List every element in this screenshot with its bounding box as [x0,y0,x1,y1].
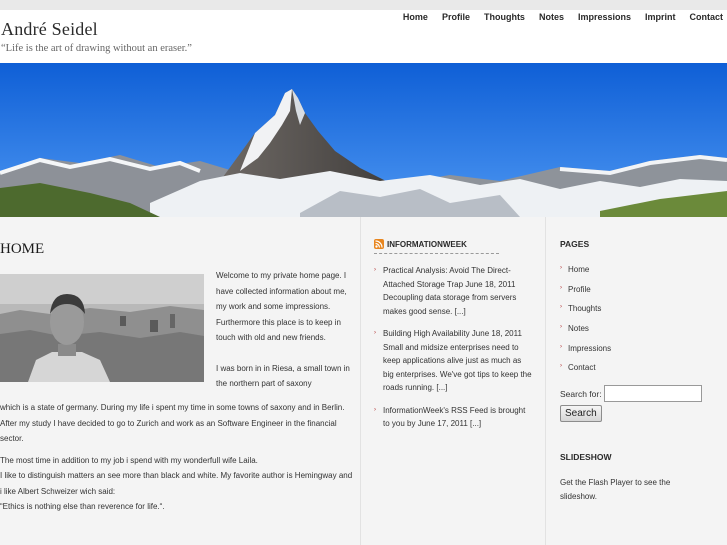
born-paragraph-start: I was born in in Riesa, a small town in … [216,363,350,389]
site-tagline: “Life is the art of drawing without an e… [1,43,192,54]
welcome-paragraph: Welcome to my private home page. I have … [216,271,347,342]
bullet-arrow-icon: › [374,330,376,336]
sidebar-item-label[interactable]: Profile [568,285,591,294]
bullet-arrow-icon: › [560,284,562,291]
bullet-arrow-icon: › [560,304,562,311]
intro-text: Welcome to my private home page. I have … [216,268,356,407]
nav-impressions[interactable]: Impressions [578,12,631,22]
main-nav: Home Profile Thoughts Notes Impressions … [403,12,723,22]
mountain-banner [0,63,727,217]
sidebar-item-impressions[interactable]: › Impressions [560,344,725,364]
sidebar-item-label[interactable]: Impressions [568,344,611,353]
wife-line: The most time in addition to my job i sp… [0,455,258,465]
sidebar-item-label[interactable]: Notes [568,324,589,333]
pages-list: › Home › Profile › Thoughts › Notes › Impress… [560,265,725,383]
feed-item[interactable]: › Practical Analysis: Avoid The Direct-At… [374,264,534,318]
slideshow-text: Get the Flash Player to see the slidesho… [560,478,671,501]
feed-item-text[interactable]: InformationWeek's RSS Feed is brought to… [383,406,525,429]
nav-home[interactable]: Home [403,12,428,22]
nav-contact[interactable]: Contact [690,12,724,22]
bullet-arrow-icon: › [560,324,562,331]
feed-item[interactable]: › Building High Availability June 18, 201… [374,327,534,395]
feed-title-label[interactable]: INFORMATIONWEEK [387,240,467,249]
bullet-arrow-icon: › [560,265,562,271]
sidebar-item-label[interactable]: Thoughts [568,304,601,313]
profile-photo [0,274,204,382]
feed-list: › Practical Analysis: Avoid The Direct-At… [374,264,534,431]
page-title: HOME [0,241,45,257]
born-paragraph-rest: which is a state of germany. During my l… [0,403,345,443]
sidebar-item-contact[interactable]: › Contact [560,363,725,383]
rss-icon[interactable] [374,239,384,249]
quote-line: “Ethics is nothing else than reverence f… [0,502,165,511]
bullet-arrow-icon: › [560,343,562,350]
sidebar-item-notes[interactable]: › Notes [560,324,725,344]
feed-item[interactable]: › InformationWeek's RSS Feed is brought t… [374,404,534,431]
likes-line: I like to distinguish matters an see mor… [0,471,353,496]
column-divider [545,217,546,545]
rss-feed-widget: INFORMATIONWEEK › Practical Analysis: Avo… [374,239,534,440]
search-label: Search for: [560,388,602,399]
feed-title: INFORMATIONWEEK [374,239,534,249]
bullet-arrow-icon: › [374,406,376,413]
bullet-arrow-icon: › [374,267,376,273]
sidebar-item-profile[interactable]: › Profile [560,285,725,305]
site-title[interactable]: André Seidel [1,19,98,40]
feed-item-text[interactable]: Building High Availability June 18, 2011… [383,329,532,392]
slideshow-heading: SLIDESHOW [560,452,612,463]
top-bar [0,0,727,10]
nav-profile[interactable]: Profile [442,12,470,22]
sidebar-item-label[interactable]: Home [568,265,589,274]
nav-thoughts[interactable]: Thoughts [484,12,525,22]
feed-item-text[interactable]: Practical Analysis: Avoid The Direct-Att… [383,266,516,316]
about-text: which is a state of germany. During my l… [0,400,356,521]
search-input[interactable] [603,385,702,403]
feed-divider [374,253,499,254]
nav-imprint[interactable]: Imprint [645,12,676,22]
search-button[interactable]: Search [560,405,602,423]
search-form: Search for: [560,385,725,403]
main-column: HOME Welcome to my private home page. I … [0,217,360,545]
bullet-arrow-icon: › [560,363,562,370]
content-area: HOME Welcome to my private home page. I … [0,217,727,545]
sidebar-item-home[interactable]: › Home [560,265,725,285]
nav-notes[interactable]: Notes [539,12,564,22]
sidebar-item-label[interactable]: Contact [568,363,596,372]
sidebar-item-thoughts[interactable]: › Thoughts [560,304,725,324]
sidebar: PAGES › Home › Profile › Thoughts › Notes › I… [560,239,725,503]
site-header: André Seidel “Life is the art of drawing… [0,10,727,63]
column-divider [360,217,361,545]
pages-heading: PAGES [560,239,590,249]
